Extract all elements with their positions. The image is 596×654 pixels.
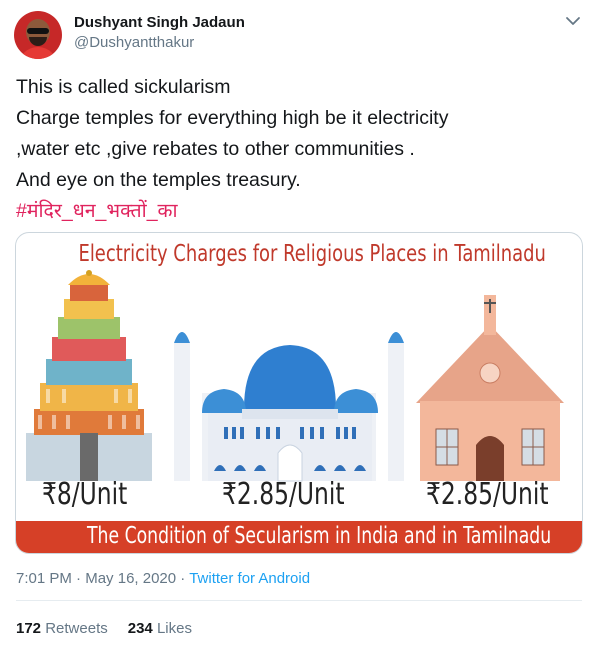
tweet-source-link[interactable]: Twitter for Android <box>189 570 310 587</box>
image-title: Electricity Charges for Religious Places… <box>78 241 546 267</box>
church-illustration <box>416 295 564 481</box>
retweets-stat[interactable]: 172 Retweets <box>16 620 108 637</box>
tweet-stats: 172 Retweets 234 Likes <box>16 620 192 637</box>
tweet-text-line: This is called sickularism <box>16 76 231 98</box>
retweets-label: Retweets <box>45 620 108 637</box>
tweet-text-line: Charge temples for everything high be it… <box>16 107 449 129</box>
tweet-text-line: And eye on the temples treasury. <box>16 169 301 191</box>
tweet-text: This is called sickularism Charge temple… <box>16 72 582 227</box>
likes-stat[interactable]: 234 Likes <box>128 620 192 637</box>
price-mosque: ₹2.85/Unit <box>222 477 345 512</box>
tweet-date[interactable]: May 16, 2020 <box>85 570 176 587</box>
price-temple: ₹8/Unit <box>42 477 128 512</box>
likes-label: Likes <box>156 620 192 637</box>
likes-count: 234 <box>127 620 153 637</box>
banner-text: The Condition of Secularism in India and… <box>87 523 552 549</box>
tweet-text-line: ,water etc ,give rebates to other commun… <box>16 138 415 160</box>
divider <box>16 600 582 601</box>
author-handle[interactable]: @Dushyantthakur <box>74 34 194 51</box>
chevron-down-icon[interactable] <box>564 12 582 30</box>
avatar[interactable] <box>14 11 62 59</box>
tweet-image[interactable]: Electricity Charges for Religious Places… <box>15 232 583 554</box>
retweets-count: 172 <box>16 620 42 637</box>
tweet-time[interactable]: 7:01 PM <box>16 570 72 587</box>
temple-illustration <box>26 270 152 481</box>
author-name[interactable]: Dushyant Singh Jadaun <box>74 14 245 31</box>
separator: · <box>71 570 86 587</box>
tweet: Dushyant Singh Jadaun @Dushyantthakur Th… <box>0 0 596 654</box>
separator: · <box>176 570 190 587</box>
price-church: ₹2.85/Unit <box>426 477 549 512</box>
image-banner: The Condition of Secularism in India and… <box>16 521 582 553</box>
mosque-illustration <box>174 332 404 482</box>
tweet-meta: 7:01 PM · May 16, 2020 · Twitter for And… <box>16 570 310 587</box>
hashtag-link[interactable]: #मंदिर_धन_भक्तों_का <box>16 196 582 227</box>
